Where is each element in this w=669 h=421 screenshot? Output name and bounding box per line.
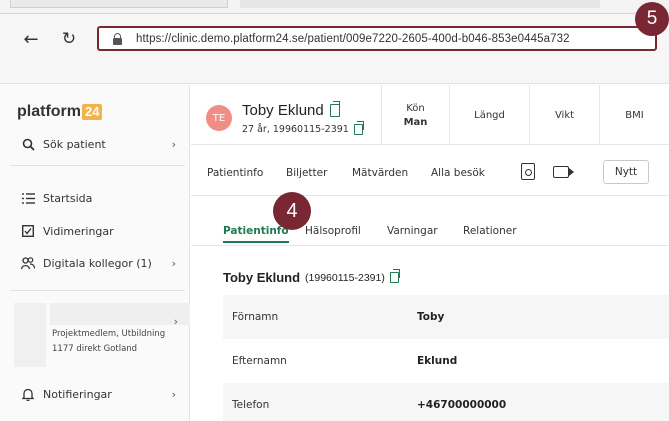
project-avatar-placeholder: [14, 303, 46, 367]
project-card[interactable]: Projektmedlem, Utbildning 1177 direkt Go…: [14, 303, 190, 367]
tab-patientinfo[interactable]: Patientinfo: [223, 225, 289, 243]
stat-vikt: Vikt: [529, 85, 599, 145]
main-content: TE Toby Eklund 27 år, 19960115-2391 Kön …: [191, 85, 669, 421]
sidebar-item-notifieringar[interactable]: Notifieringar ›: [0, 387, 190, 401]
row-value: Eklund: [417, 355, 458, 367]
row-label: Telefon: [232, 399, 270, 411]
project-name-placeholder: [50, 303, 190, 325]
subnav-biljetter[interactable]: Biljetter: [286, 167, 327, 179]
sidebar-item-startsida[interactable]: Startsida: [0, 191, 190, 205]
patient-name: Toby Eklund: [242, 101, 340, 119]
patient-age-id: 27 år, 19960115-2391: [242, 121, 364, 135]
project-text: Projektmedlem, Utbildning 1177 direkt Go…: [52, 329, 166, 354]
chevron-right-icon: ›: [171, 387, 176, 401]
patient-name-text: Toby Eklund: [242, 102, 324, 119]
logo-number: 24: [82, 104, 103, 120]
sidebar-divider: [10, 290, 185, 291]
reload-icon: ↻: [61, 29, 77, 49]
sidebar-item-digitala-kollegor[interactable]: Digitala kollegor (1) ›: [0, 256, 190, 270]
list-icon: [21, 191, 35, 205]
table-row: Efternamn Eklund: [223, 339, 669, 383]
annotation-badge: 5: [635, 2, 669, 36]
address-bar[interactable]: https://clinic.demo.platform24.se/patien…: [97, 26, 657, 51]
patient-header: TE Toby Eklund 27 år, 19960115-2391 Kön …: [191, 85, 669, 145]
copy-icon[interactable]: [389, 269, 400, 283]
tab-varningar[interactable]: Varningar: [387, 225, 438, 241]
stat-bmi: BMI: [599, 85, 669, 145]
row-label: Efternamn: [232, 355, 287, 367]
stat-kon: Kön Man: [381, 85, 449, 145]
stat-label: Vikt: [554, 109, 575, 121]
sidebar-divider: [10, 165, 185, 166]
stat-label: BMI: [625, 109, 644, 121]
sidebar-item-label: Startsida: [43, 191, 93, 205]
tab-strip-right: [240, 0, 600, 8]
copy-icon[interactable]: [329, 101, 340, 117]
sidebar: platform 24 Sök patient › Startsida Vidim…: [0, 85, 190, 421]
stat-value: Man: [403, 116, 428, 128]
platform24-logo: platform 24: [17, 103, 103, 121]
row-value: Toby: [417, 311, 445, 323]
stat-langd: Längd: [449, 85, 529, 145]
browser-toolbar: ← ↻ https://clinic.demo.platform24.se/pa…: [0, 14, 669, 84]
patient-info-title: Toby Eklund (19960115-2391): [223, 269, 400, 285]
patient-info-personal-number: (19960115-2391): [305, 271, 385, 284]
sidebar-item-vidimeringar[interactable]: Vidimeringar: [0, 224, 190, 238]
tab-halsoprofil[interactable]: Hälsoprofil: [305, 225, 361, 241]
back-button[interactable]: ←: [20, 28, 42, 50]
patient-age-id-text: 27 år, 19960115-2391: [242, 124, 349, 135]
patient-info-table: Förnamn Toby Efternamn Eklund Telefon +4…: [223, 295, 669, 421]
chevron-right-icon: ›: [171, 256, 176, 270]
row-label: Förnamn: [232, 311, 279, 323]
sidebar-item-label: Sök patient: [43, 137, 106, 151]
url-text: https://clinic.demo.platform24.se/patien…: [136, 32, 570, 45]
copy-icon[interactable]: [353, 121, 364, 135]
row-value: +46700000000: [417, 399, 507, 411]
sidebar-item-label: Notifieringar: [43, 387, 112, 401]
patient-info-name: Toby Eklund: [223, 270, 301, 285]
table-row: Förnamn Toby: [223, 295, 669, 339]
sidebar-item-search-patient[interactable]: Sök patient ›: [0, 137, 190, 151]
stat-label: Kön: [406, 102, 425, 114]
subnav-alla-besok[interactable]: Alla besök: [431, 167, 485, 179]
patient-subnav: Patientinfo Biljetter Mätvärden Alla bes…: [191, 146, 669, 196]
sidebar-item-label: Vidimeringar: [43, 224, 114, 238]
checkbox-icon: [21, 224, 35, 238]
tab-strip-left: [10, 0, 228, 8]
subnav-patientinfo[interactable]: Patientinfo: [207, 167, 263, 179]
people-icon: [21, 256, 35, 270]
sidebar-item-label: Digitala kollegor (1): [43, 256, 152, 270]
window-top-strip: [0, 0, 669, 14]
stat-label: Längd: [474, 109, 505, 121]
info-tabs: Patientinfo Hälsoprofil Varningar Relati…: [191, 197, 669, 246]
table-row: Telefon +46700000000: [223, 383, 669, 421]
lock-icon: [113, 32, 122, 45]
document-icon[interactable]: [521, 163, 535, 180]
search-icon: [21, 137, 35, 151]
bell-icon: [21, 387, 35, 401]
arrow-left-icon: ←: [23, 28, 39, 50]
subnav-matvarden[interactable]: Mätvärden: [352, 167, 408, 179]
new-button[interactable]: Nytt: [603, 160, 649, 184]
chevron-right-icon: ›: [173, 315, 178, 328]
logo-text: platform: [17, 103, 81, 120]
patient-avatar: TE: [206, 105, 232, 131]
chevron-right-icon: ›: [171, 137, 176, 151]
annotation-badge: 4: [273, 192, 311, 230]
reload-button[interactable]: ↻: [58, 28, 80, 50]
video-call-icon[interactable]: [553, 166, 569, 178]
tab-relationer[interactable]: Relationer: [463, 225, 517, 241]
